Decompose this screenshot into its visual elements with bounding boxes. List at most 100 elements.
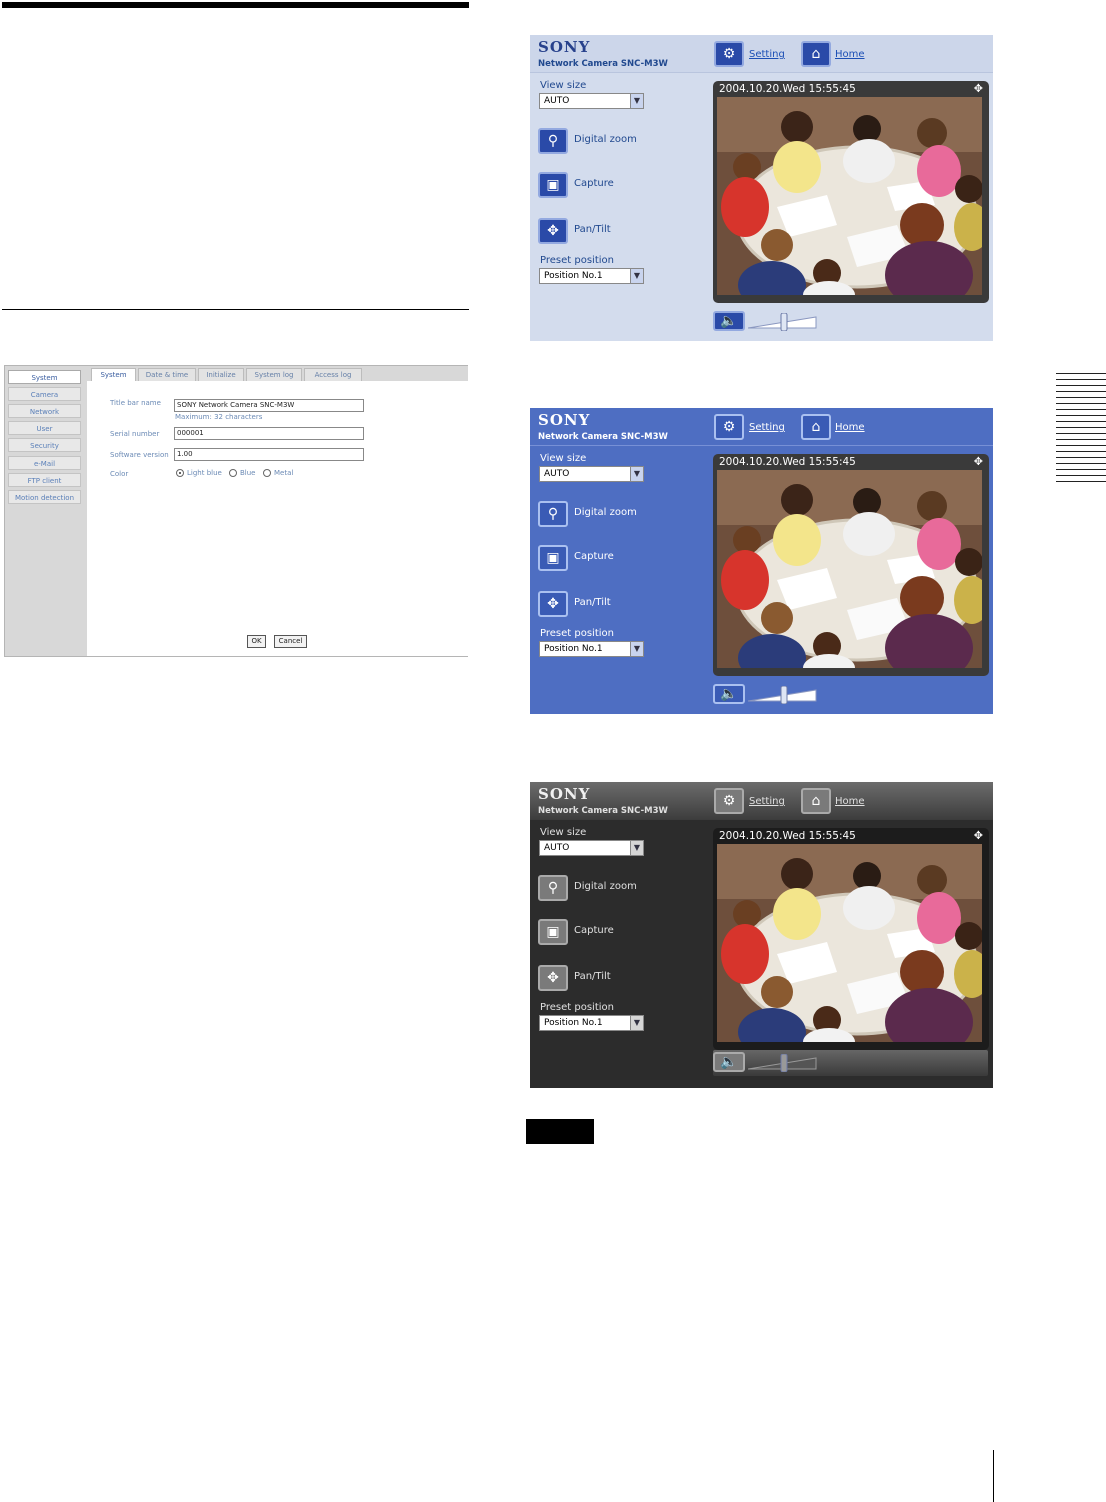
color-radio-light-blue[interactable]: Light blue <box>176 469 222 477</box>
sidebar-item-camera[interactable]: Camera <box>8 387 81 401</box>
serial-number-input[interactable]: 000001 <box>174 427 364 440</box>
home-link[interactable]: Home <box>835 49 865 60</box>
speaker-icon[interactable]: 🔈 <box>713 1052 745 1072</box>
view-size-select[interactable]: AUTO ▼ <box>539 93 644 109</box>
camera-image[interactable] <box>717 844 982 1042</box>
tab-initialize[interactable]: Initialize <box>198 368 244 381</box>
digital-zoom-label[interactable]: Digital zoom <box>574 507 637 518</box>
capture-label[interactable]: Capture <box>574 551 614 562</box>
tab-system-log[interactable]: System log <box>246 368 302 381</box>
move-icon[interactable]: ✥ <box>974 455 983 468</box>
speaker-icon[interactable]: 🔈 <box>713 311 745 331</box>
capture-label[interactable]: Capture <box>574 925 614 936</box>
volume-slider[interactable] <box>747 1053 818 1073</box>
chevron-down-icon: ▼ <box>630 642 643 656</box>
preset-position-select[interactable]: Position No.1 ▼ <box>539 1015 644 1031</box>
sidebar-item-ftp-client[interactable]: FTP client <box>8 473 81 487</box>
volume-slider[interactable] <box>747 312 818 332</box>
timestamp: 2004.10.20.Wed 15:55:45 <box>719 830 856 842</box>
capture-label[interactable]: Capture <box>574 178 614 189</box>
chapter-tab-line <box>1056 463 1106 464</box>
home-link[interactable]: Home <box>835 796 865 807</box>
capture-icon[interactable]: ▣ <box>538 545 568 571</box>
tab-access-log[interactable]: Access log <box>304 368 362 381</box>
admin-sidebar: System Camera Network User Security e-Ma… <box>5 366 87 656</box>
sidebar-item-network[interactable]: Network <box>8 404 81 418</box>
color-radio-blue[interactable]: Blue <box>229 469 256 477</box>
title-bar-name-label: Title bar name <box>110 399 161 407</box>
sidebar-item-system[interactable]: System <box>8 370 81 384</box>
camera-image[interactable] <box>717 97 982 295</box>
tab-date-time[interactable]: Date & time <box>138 368 196 381</box>
serial-number-label: Serial number <box>110 430 160 438</box>
cancel-button[interactable]: Cancel <box>274 635 307 648</box>
radio-icon <box>263 469 271 477</box>
setting-link[interactable]: Setting <box>749 796 785 807</box>
chevron-down-icon: ▼ <box>630 269 643 283</box>
sidebar-item-email[interactable]: e-Mail <box>8 456 81 470</box>
color-radio-metal[interactable]: Metal <box>263 469 293 477</box>
digital-zoom-label[interactable]: Digital zoom <box>574 881 637 892</box>
title-bar-name-input[interactable]: SONY Network Camera SNC-M3W <box>174 399 364 412</box>
digital-zoom-icon[interactable]: ⚲ <box>538 128 568 154</box>
preset-position-select[interactable]: Position No.1 ▼ <box>539 268 644 284</box>
chapter-tab-line <box>1056 391 1106 392</box>
sony-logo: SONY <box>538 785 591 803</box>
home-icon[interactable]: ⌂ <box>801 41 831 67</box>
move-icon[interactable]: ✥ <box>974 829 983 842</box>
digital-zoom-icon[interactable]: ⚲ <box>538 875 568 901</box>
preset-position-label: Preset position <box>540 628 614 639</box>
chapter-tab-line <box>1056 475 1106 476</box>
title-bar-name-hint: Maximum: 32 characters <box>175 413 263 421</box>
viewer-header: SONY Network Camera SNC-M3W ⚙ Setting ⌂ … <box>530 35 993 73</box>
pan-tilt-icon[interactable]: ✥ <box>538 591 568 617</box>
tab-system[interactable]: System <box>91 368 136 381</box>
pan-tilt-icon[interactable]: ✥ <box>538 965 568 991</box>
ok-button[interactable]: OK <box>247 635 266 648</box>
digital-zoom-label[interactable]: Digital zoom <box>574 134 637 145</box>
view-size-select[interactable]: AUTO ▼ <box>539 466 644 482</box>
setting-icon[interactable]: ⚙ <box>714 41 744 67</box>
radio-selected-icon <box>176 469 184 477</box>
preset-position-select[interactable]: Position No.1 ▼ <box>539 641 644 657</box>
capture-icon[interactable]: ▣ <box>538 172 568 198</box>
sidebar-item-security[interactable]: Security <box>8 438 81 452</box>
digital-zoom-icon[interactable]: ⚲ <box>538 501 568 527</box>
move-icon[interactable]: ✥ <box>974 82 983 95</box>
sidebar-item-motion-detection[interactable]: Motion detection <box>8 490 81 504</box>
timestamp: 2004.10.20.Wed 15:55:45 <box>719 83 856 95</box>
section-rule-top <box>2 2 469 8</box>
view-size-value: AUTO <box>544 469 570 479</box>
color-option-label: Metal <box>274 469 294 477</box>
preset-position-label: Preset position <box>540 255 614 266</box>
home-icon[interactable]: ⌂ <box>801 788 831 814</box>
home-icon[interactable]: ⌂ <box>801 414 831 440</box>
setting-icon[interactable]: ⚙ <box>714 788 744 814</box>
setting-icon[interactable]: ⚙ <box>714 414 744 440</box>
software-version-label: Software version <box>110 451 169 459</box>
chapter-tab-line <box>1056 445 1106 446</box>
pan-tilt-icon[interactable]: ✥ <box>538 218 568 244</box>
radio-icon <box>229 469 237 477</box>
classroom-photo <box>717 97 982 295</box>
pan-tilt-label[interactable]: Pan/Tilt <box>574 971 611 982</box>
software-version-input[interactable]: 1.00 <box>174 448 364 461</box>
view-size-select[interactable]: AUTO ▼ <box>539 840 644 856</box>
sidebar-item-user[interactable]: User <box>8 421 81 435</box>
home-link[interactable]: Home <box>835 422 865 433</box>
volume-slider[interactable] <box>747 685 818 705</box>
view-size-label: View size <box>540 80 587 91</box>
setting-link[interactable]: Setting <box>749 422 785 433</box>
pan-tilt-label[interactable]: Pan/Tilt <box>574 224 611 235</box>
page-footer-divider <box>993 1450 994 1502</box>
section-rule <box>2 309 469 310</box>
admin-tab-bar: System Date & time Initialize System log… <box>87 366 468 381</box>
speaker-icon[interactable]: 🔈 <box>713 684 745 704</box>
notes-label-box <box>526 1119 594 1144</box>
setting-link[interactable]: Setting <box>749 49 785 60</box>
camera-image[interactable] <box>717 470 982 668</box>
capture-icon[interactable]: ▣ <box>538 919 568 945</box>
pan-tilt-label[interactable]: Pan/Tilt <box>574 597 611 608</box>
chevron-down-icon: ▼ <box>630 94 643 108</box>
chapter-tab-line <box>1056 451 1106 452</box>
